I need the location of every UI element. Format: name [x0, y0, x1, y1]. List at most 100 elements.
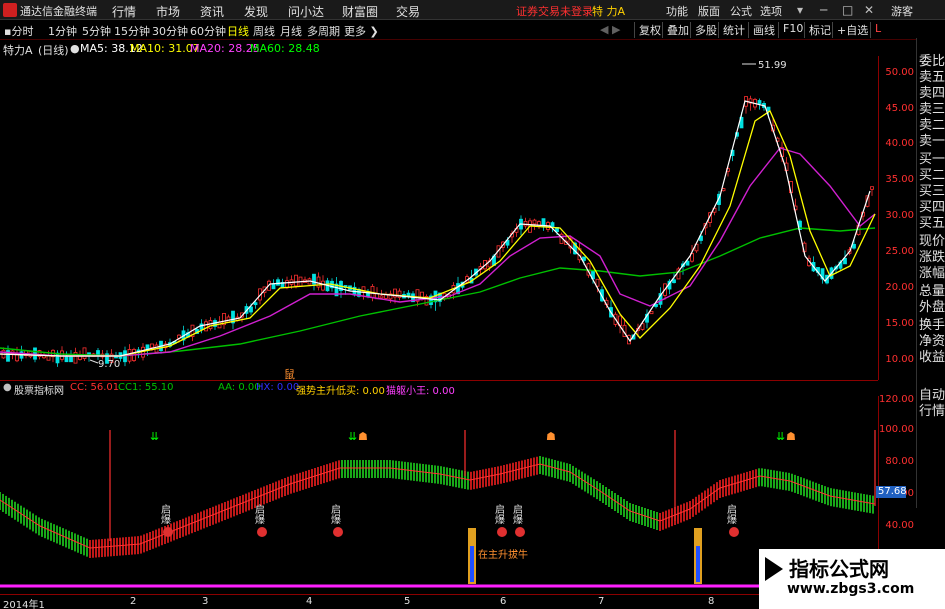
tool-f10[interactable]: F10 [778, 22, 803, 38]
low-marker-line [89, 359, 99, 364]
low-price-label: 9.70 [98, 359, 120, 370]
event-marker[interactable]: 鼠 [284, 367, 295, 380]
candle-body [672, 279, 676, 284]
price-chart[interactable]: 51.99 9.70 鼠 [0, 56, 878, 380]
tool-overlay[interactable]: 叠加 [662, 22, 689, 38]
guest-user[interactable]: 游客 [891, 3, 913, 19]
launch-dot-icon [163, 527, 173, 537]
side-earnings[interactable]: 收益 [919, 346, 945, 365]
indicator-header: ● 股票指标网 CC: 56.01 CC1: 55.10 AA: 0.00 HX… [0, 380, 878, 397]
date-label: 4 [306, 596, 313, 607]
launch-dot-icon [257, 527, 267, 537]
tool-stats[interactable]: 统计 [718, 22, 745, 38]
candle-body [870, 186, 874, 190]
tool-mark[interactable]: 标记 [804, 22, 831, 38]
menu-layout[interactable]: 版面 [698, 3, 720, 19]
close-icon[interactable]: ✕ [864, 3, 874, 17]
indicator-name[interactable]: 股票指标网 [14, 382, 64, 397]
menu-options[interactable]: 选项 [760, 3, 782, 19]
menu-wealth[interactable]: 财富圈 [342, 3, 378, 20]
launch-signal: 启爆 [159, 503, 173, 537]
watermark: 指标公式网 www.zbgs3.com [759, 549, 945, 609]
menu-formula[interactable]: 公式 [730, 3, 752, 19]
menu-ask[interactable]: 问小达 [288, 3, 324, 20]
launch-dot-icon [497, 527, 507, 537]
ma20-line [0, 147, 876, 357]
period-monthly[interactable]: 月线 [280, 23, 302, 39]
side-outer[interactable]: 外盘 [919, 296, 945, 315]
date-label: 6 [500, 596, 507, 607]
login-status[interactable]: 证券交易未登录 [516, 3, 593, 19]
play-arrow-icon [765, 557, 783, 581]
period-5min[interactable]: 5分钟 [82, 23, 111, 39]
tool-draw[interactable]: 画线 [748, 22, 775, 38]
indicator-settings-icon[interactable]: ● [3, 382, 12, 393]
menu-trade[interactable]: 交易 [396, 3, 420, 20]
date-label: 7 [598, 596, 605, 607]
launch-signal: 启爆 [511, 503, 525, 537]
price-tick: 25.00 [885, 246, 914, 257]
price-tick: 50.00 [885, 67, 914, 78]
settings-dot-icon[interactable]: ● [70, 42, 80, 55]
period-30min[interactable]: 30分钟 [152, 23, 188, 39]
date-label: 3 [202, 596, 209, 607]
candle-body [55, 352, 60, 364]
ma60-line [0, 227, 876, 357]
menu-function[interactable]: 功能 [666, 3, 688, 19]
period-timeshare[interactable]: ▪分时 [4, 23, 33, 39]
price-tick: 15.00 [885, 318, 914, 329]
launch-signal: 启爆 [253, 503, 267, 537]
period-multi[interactable]: 多周期 [307, 23, 340, 39]
menu-market[interactable]: 市场 [156, 3, 180, 20]
candle-body [582, 256, 586, 261]
period-15min[interactable]: 15分钟 [114, 23, 150, 39]
launch-label: 启爆 [493, 503, 505, 525]
date-label: 2 [130, 596, 137, 607]
tool-multi-stock[interactable]: 多股 [690, 22, 717, 38]
launch-signal: 启爆 [493, 503, 507, 537]
rise-annotation: 在主升拔牛 [478, 548, 528, 561]
candle-body [253, 302, 258, 306]
ma10-line [0, 110, 876, 357]
menu-market-quotes[interactable]: 行情 [112, 3, 136, 20]
title-bar: 通达信金融终端 行情 市场 资讯 发现 问小达 财富圈 交易 证券交易未登录 特… [0, 0, 945, 20]
launch-label: 启爆 [511, 503, 523, 525]
side-buy5[interactable]: 买五 [919, 212, 945, 231]
period-timeshare-label: 分时 [11, 25, 34, 38]
candle-body [199, 323, 204, 330]
dropdown-icon[interactable]: ▾ [797, 3, 803, 17]
maximize-icon[interactable]: □ [842, 3, 853, 17]
indicator-cc: CC: 56.01 [70, 382, 120, 393]
side-sell1[interactable]: 卖一 [919, 130, 945, 149]
menu-discover[interactable]: 发现 [244, 3, 268, 20]
period-daily[interactable]: 日线 [227, 23, 249, 39]
launch-label: 启爆 [329, 503, 341, 525]
buy-arrow-icon: ⇊ [150, 430, 159, 443]
candle-body [276, 279, 280, 286]
stock-title: 特 力A [592, 5, 626, 18]
tool-adjust[interactable]: 复权 [634, 22, 661, 38]
indicator-chart[interactable]: ⇊ ⇊ ☗ ☗ ⇊ ☗ 启爆 启爆 启爆 启爆 启爆 启爆 在主升拔牛 [0, 396, 878, 588]
indicator-mx: 猫躯小王: 0.00 [386, 386, 455, 397]
price-tick: 45.00 [885, 103, 914, 114]
period-1min[interactable]: 1分钟 [48, 23, 77, 39]
launch-label: 启爆 [159, 503, 171, 525]
menu-news[interactable]: 资讯 [200, 3, 224, 20]
period-more[interactable]: 更多 ❯ [344, 23, 379, 39]
side-change-pct[interactable]: 涨幅 [919, 262, 945, 281]
date-label: 5 [404, 596, 411, 607]
watermark-url: www.zbgs3.com [787, 581, 915, 597]
indicator-cc1: CC1: 55.10 [118, 382, 174, 393]
tool-info-l[interactable]: L [870, 22, 881, 38]
minimize-icon[interactable]: ─ [820, 3, 827, 17]
tool-add-watchlist[interactable]: +自选 [832, 22, 868, 38]
candle-body [379, 295, 384, 299]
price-axis: 50.00 45.00 40.00 35.00 30.00 25.00 20.0… [878, 56, 916, 380]
period-weekly[interactable]: 周线 [253, 23, 275, 39]
candle-body [204, 321, 208, 332]
period-60min[interactable]: 60分钟 [190, 23, 226, 39]
side-quotes[interactable]: 行情 [919, 400, 945, 419]
candle-body [654, 303, 658, 307]
price-tick: 35.00 [885, 174, 914, 185]
nav-arrows[interactable]: ◀ ▶ [600, 23, 620, 36]
